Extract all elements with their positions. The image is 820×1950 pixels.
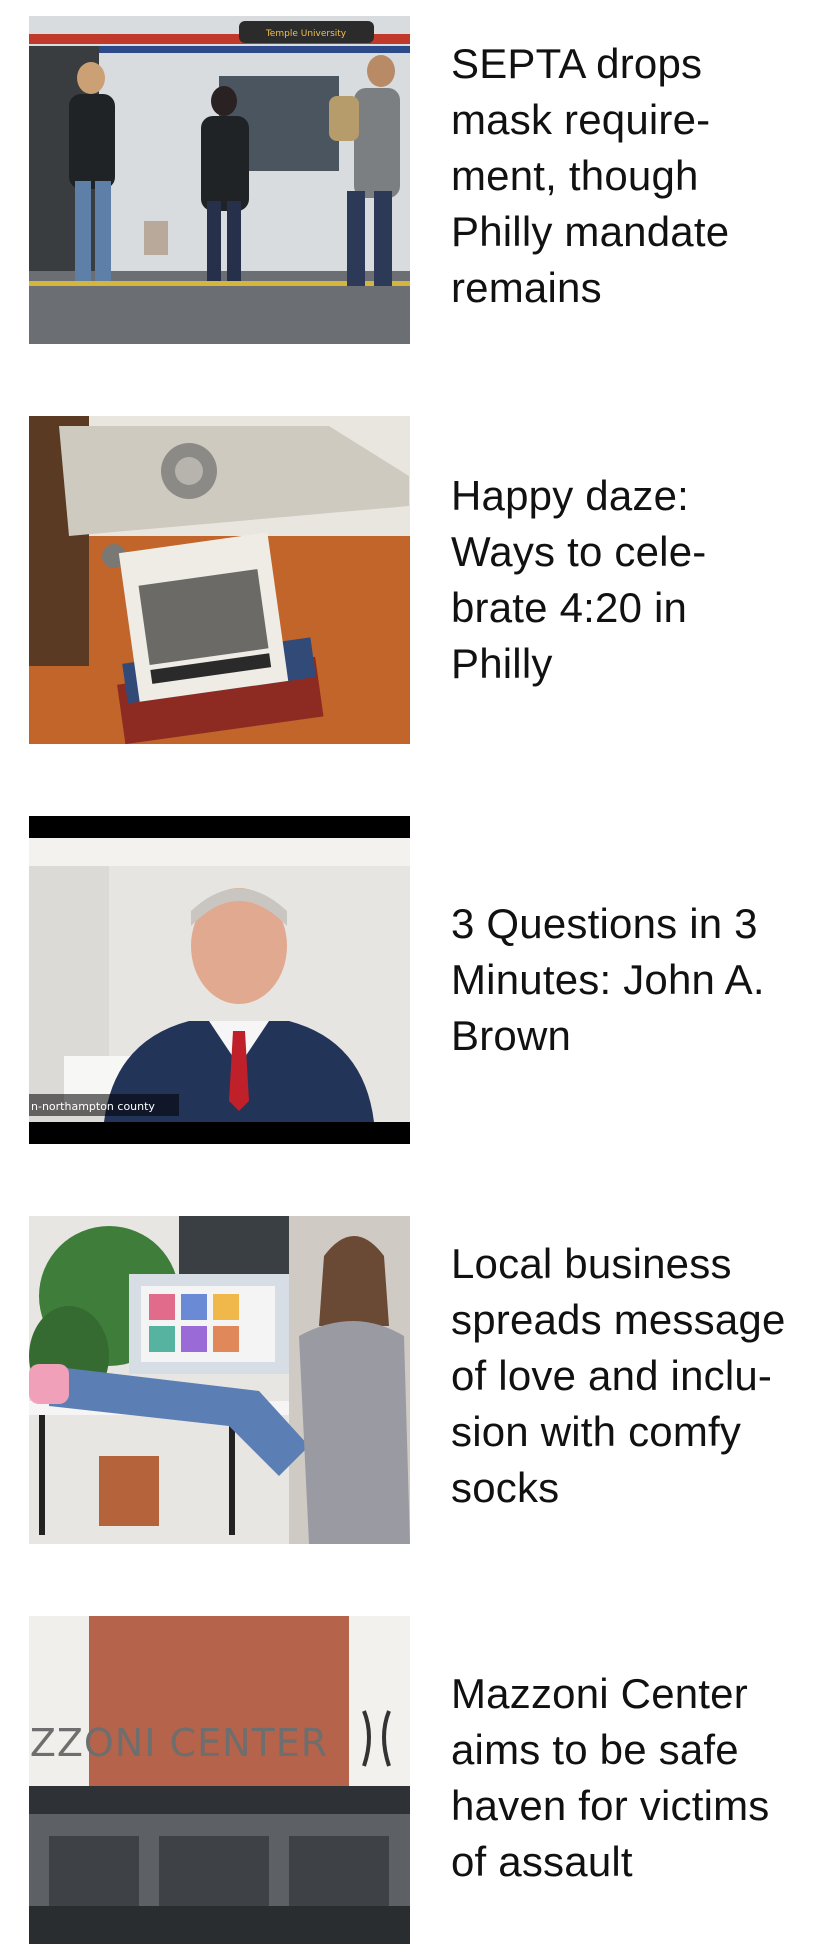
article-headline[interactable]: Mazzoni Center aims to be safe haven for… <box>451 1666 820 1890</box>
photo-mazzoni-building: ZZONI CENTER <box>29 1616 410 1944</box>
headline-line: SEPTA drops <box>451 40 703 87</box>
article-headline[interactable]: Local business spreads message of love a… <box>451 1236 820 1516</box>
video-caption: n-northampton county <box>31 1100 155 1113</box>
headline-line: mask require- <box>451 96 711 143</box>
article-card[interactable]: Temple University SEPTA drops mask requi… <box>29 16 809 346</box>
headline-line: Brown <box>451 1012 572 1059</box>
headline-line: Local business <box>451 1240 732 1287</box>
headline-line: Ways to cele- <box>451 528 707 575</box>
headline-line: of love and inclu- <box>451 1352 773 1399</box>
article-headline[interactable]: 3 Questions in 3 Minutes: John A. Brown <box>451 896 820 1064</box>
article-card[interactable]: Happy daze: Ways to cele- brate 4:20 in … <box>29 416 809 746</box>
photo-cassettes <box>29 416 410 744</box>
article-thumbnail[interactable] <box>29 416 410 744</box>
photo-commuters: Temple University <box>29 16 410 344</box>
headline-line: ment, though <box>451 152 699 199</box>
headline-line: 3 Questions in 3 <box>451 900 758 947</box>
headline-line: Philly mandate <box>451 208 730 255</box>
photo-video-call: n-northampton county <box>29 816 410 1144</box>
article-thumbnail[interactable]: Temple University <box>29 16 410 344</box>
article-headline[interactable]: Happy daze: Ways to cele- brate 4:20 in … <box>451 468 820 692</box>
article-thumbnail[interactable] <box>29 1216 410 1544</box>
building-sign-text: ZZONI CENTER <box>30 1721 328 1765</box>
photo-socks-business <box>29 1216 410 1544</box>
headline-line: socks <box>451 1464 560 1511</box>
article-feed: Temple University SEPTA drops mask requi… <box>0 0 820 1950</box>
headline-line: aims to be safe <box>451 1726 739 1773</box>
train-sign-text: Temple University <box>265 29 347 39</box>
headline-line: spreads message <box>451 1296 786 1343</box>
article-headline[interactable]: SEPTA drops mask require- ment, though P… <box>451 36 820 316</box>
headline-line: haven for victims <box>451 1782 770 1829</box>
headline-line: remains <box>451 264 602 311</box>
headline-line: Mazzoni Center <box>451 1670 748 1717</box>
headline-line: sion with comfy <box>451 1408 742 1455</box>
headline-line: of assault <box>451 1838 633 1885</box>
headline-line: Minutes: John A. <box>451 956 765 1003</box>
headline-line: brate 4:20 in <box>451 584 688 631</box>
article-card[interactable]: Local business spreads message of love a… <box>29 1216 809 1546</box>
headline-line: Happy daze: <box>451 472 690 519</box>
headline-line: Philly <box>451 640 553 687</box>
article-card[interactable]: n-northampton county 3 Questions in 3 Mi… <box>29 816 809 1146</box>
article-thumbnail[interactable]: n-northampton county <box>29 816 410 1144</box>
article-card[interactable]: ZZONI CENTER Mazzoni Center aims to be s… <box>29 1616 809 1946</box>
article-thumbnail[interactable]: ZZONI CENTER <box>29 1616 410 1944</box>
